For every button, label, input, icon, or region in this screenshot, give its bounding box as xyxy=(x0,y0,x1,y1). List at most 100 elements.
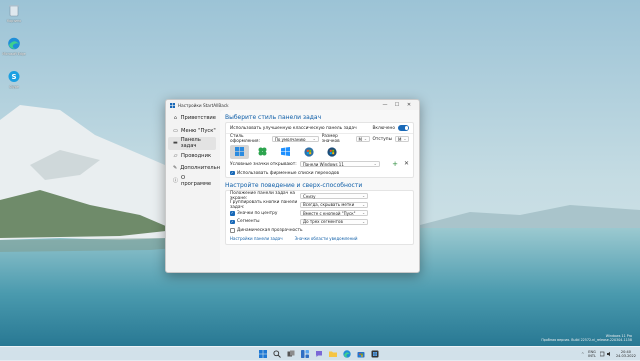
style-option-windows-10[interactable] xyxy=(276,145,295,159)
language-indicator[interactable]: ENG INTL xyxy=(588,350,596,358)
margins-value: M xyxy=(398,136,402,142)
classic-state-label: Включено xyxy=(372,125,395,131)
taskbar-icon: ▬ xyxy=(173,140,178,147)
segments-label: Сегменты xyxy=(237,219,260,225)
grouping-dropdown[interactable]: Всегда, скрывать метки ⌄ xyxy=(300,201,368,208)
segments-checkbox[interactable]: ✓ xyxy=(230,219,235,224)
add-icon[interactable]: + xyxy=(392,160,398,168)
sidebar-item-explorer[interactable]: ▱ Проводник xyxy=(168,150,216,163)
style-option-windows-7[interactable] xyxy=(299,145,318,159)
desktop-icon-recycle-bin[interactable]: Корзина xyxy=(2,4,26,23)
edge-icon xyxy=(342,349,351,358)
segments-value: До трех сегментов xyxy=(303,219,343,225)
minimize-button[interactable]: — xyxy=(379,102,391,108)
taskbar-settings-link[interactable]: Настройки панели задач xyxy=(230,236,283,241)
windows-watermark: Windows 11 Pro Пробная версия. Build 225… xyxy=(541,334,632,342)
position-dropdown[interactable]: Снизу ⌄ xyxy=(300,193,368,200)
behavior-row: Группировать кнопки панели задач: Всегда… xyxy=(230,199,409,210)
chevron-down-icon: ⌄ xyxy=(362,211,365,216)
margins-label: Отступы xyxy=(372,136,393,142)
style-label: Стиль оформления: xyxy=(230,134,260,144)
chevron-down-icon: ⌄ xyxy=(363,137,367,141)
center-icons-value: Вместе с кнопкой "Пуск" xyxy=(303,210,356,216)
clock-date: 24.03.2022 xyxy=(615,354,636,358)
sidebar-item-start-menu[interactable]: ▭ Меню "Пуск" xyxy=(168,125,216,138)
sidebar-item-label: Панель задач xyxy=(180,137,201,150)
open-with-label: Условные значки открывают: xyxy=(230,161,297,167)
classic-taskbar-toggle[interactable] xyxy=(398,125,409,131)
home-icon: ⌂ xyxy=(173,115,177,122)
style-dropdown-value: По умолчанию xyxy=(274,136,306,142)
sidebar-item-advanced[interactable]: ✎ Дополнительно xyxy=(168,162,223,175)
desktop-icon-edge[interactable]: Microsoft Edge xyxy=(2,37,26,56)
open-with-value: Панели Windows 11 xyxy=(302,161,344,167)
icon-size-dropdown[interactable]: M ⌄ xyxy=(355,136,370,142)
chevron-down-icon: ⌄ xyxy=(362,194,365,199)
desktop-icon-skype[interactable]: S Skype xyxy=(2,70,26,89)
desktop-icon-label: Skype xyxy=(9,85,19,89)
taskbar-settings-app-button[interactable] xyxy=(369,348,380,359)
windows-vista-orb-icon xyxy=(326,146,337,157)
classic-taskbar-label: Использовать улучшенную классическую пан… xyxy=(230,125,357,131)
store-icon xyxy=(357,351,364,357)
open-with-dropdown[interactable]: Панели Windows 11 ⌄ xyxy=(299,161,380,167)
sidebar-item-taskbar[interactable]: ▬ Панель задач xyxy=(168,137,216,150)
style-option-windows-vista[interactable] xyxy=(322,145,341,159)
grouping-label: Группировать кнопки панели задач: xyxy=(230,199,298,210)
app-icon xyxy=(170,102,175,108)
network-volume-icons[interactable] xyxy=(599,351,612,357)
taskbar-chat-button[interactable] xyxy=(313,348,324,359)
folder-icon xyxy=(328,351,337,357)
watermark-build: Пробная версия. Build 22572.ni_release.2… xyxy=(541,338,632,342)
window-title: Настройки StartAllBack xyxy=(178,102,229,108)
jump-lists-row: ✓ Использовать фирменные списки переходо… xyxy=(226,169,413,177)
taskbar-clock[interactable]: 20:40 24.03.2022 xyxy=(616,350,636,358)
main-content: Выберите стиль панели задач Использовать… xyxy=(220,110,419,272)
dynamic-transparency-checkbox[interactable] xyxy=(230,228,235,233)
section-title-behavior: Настройте поведение и сверх-способности xyxy=(225,182,363,189)
system-tray: ^ ENG INTL 20:40 24.03.2022 xyxy=(581,347,636,361)
clover-icon xyxy=(258,147,267,156)
margins-dropdown[interactable]: M ⌄ xyxy=(395,136,409,142)
behavior-row: Динамическая прозрачность xyxy=(230,226,409,235)
style-dropdown[interactable]: По умолчанию ⌄ xyxy=(271,136,319,142)
folder-icon: ▱ xyxy=(173,152,178,159)
remove-icon[interactable]: ✕ xyxy=(404,160,409,168)
notification-icons-link[interactable]: Значки области уведомлений xyxy=(295,236,358,241)
chevron-down-icon: ⌄ xyxy=(373,162,377,166)
sidebar-item-welcome[interactable]: ⌂ Приветствие xyxy=(168,112,216,125)
widgets-icon xyxy=(300,349,309,358)
center-icons-dropdown[interactable]: Вместе с кнопкой "Пуск" ⌄ xyxy=(300,210,368,217)
tray-overflow-chevron[interactable]: ^ xyxy=(581,352,584,356)
sidebar-item-label: О программе xyxy=(181,174,212,187)
settings-window: Настройки StartAllBack — ☐ ✕ ⌂ Приветств… xyxy=(165,99,420,273)
window-titlebar[interactable]: Настройки StartAllBack — ☐ ✕ xyxy=(166,100,419,110)
taskbar-store-button[interactable] xyxy=(355,348,366,359)
section-title-style: Выберите стиль панели задач xyxy=(225,114,322,121)
taskbar-edge-button[interactable] xyxy=(341,348,352,359)
style-option-windows-11[interactable] xyxy=(230,144,249,159)
taskbar: ^ ENG INTL 20:40 24.03.2022 xyxy=(0,346,640,361)
taskbar-widgets-button[interactable] xyxy=(299,348,310,359)
behavior-row: ✓ Значки по центру Вместе с кнопкой "Пус… xyxy=(230,209,409,218)
close-button[interactable]: ✕ xyxy=(403,102,415,108)
taskbar-explorer-button[interactable] xyxy=(327,348,338,359)
classic-taskbar-row: Использовать улучшенную классическую пан… xyxy=(226,123,413,134)
taskbar-search-button[interactable] xyxy=(271,348,282,359)
windows-10-logo-icon xyxy=(281,147,290,156)
center-icons-label: Значки по центру xyxy=(237,210,278,216)
maximize-button[interactable]: ☐ xyxy=(391,102,403,108)
center-icons-checkbox[interactable]: ✓ xyxy=(230,211,235,216)
style-option-clover[interactable] xyxy=(253,145,272,159)
language-layout: INTL xyxy=(588,354,596,358)
jump-lists-checkbox[interactable]: ✓ xyxy=(230,170,235,176)
sidebar-item-about[interactable]: ⓘ О программе xyxy=(168,175,216,188)
chevron-down-icon: ⌄ xyxy=(403,137,407,141)
taskbar-taskview-button[interactable] xyxy=(285,348,296,359)
style-card: Использовать улучшенную классическую пан… xyxy=(225,122,414,178)
sidebar-item-label: Приветствие xyxy=(180,115,216,122)
style-picker xyxy=(226,144,413,159)
segments-dropdown[interactable]: До трех сегментов ⌄ xyxy=(300,218,368,225)
start-button[interactable] xyxy=(257,348,268,359)
search-icon xyxy=(272,349,281,358)
